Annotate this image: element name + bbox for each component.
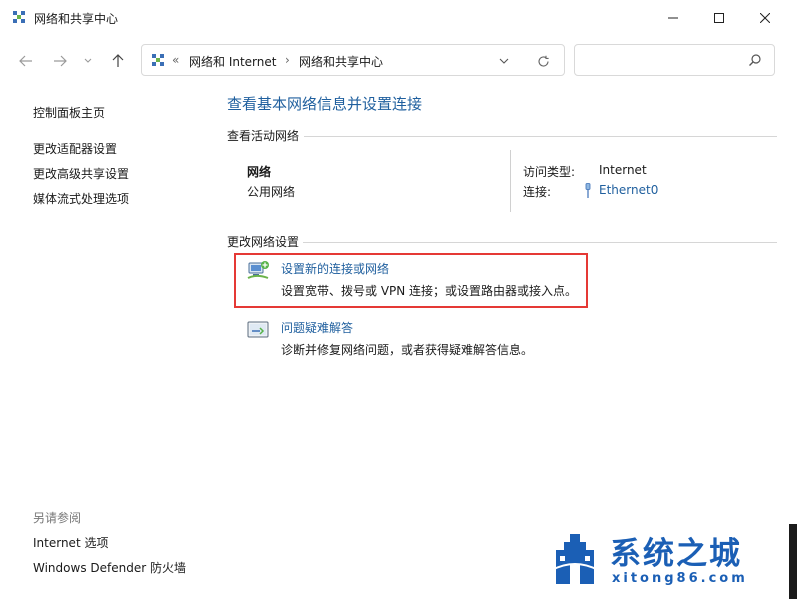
- divider: [303, 242, 777, 243]
- watermark-url: xitong86.com: [612, 571, 748, 586]
- search-input[interactable]: [583, 51, 747, 71]
- internet-options-link[interactable]: Internet 选项: [33, 534, 108, 551]
- minimize-icon: [668, 17, 678, 19]
- minimize-button[interactable]: [650, 0, 696, 36]
- change-adapter-settings-link[interactable]: 更改适配器设置: [33, 140, 117, 157]
- window-title: 网络和共享中心: [34, 12, 119, 26]
- breadcrumb-separator[interactable]: ›: [285, 53, 290, 67]
- network-sharing-center-window: 网络和共享中心 « 网络和 Internet › 网络和共享中心 控制面板主页 …: [0, 0, 797, 599]
- arrow-up-icon: [112, 54, 124, 67]
- close-icon: [760, 13, 770, 23]
- address-dropdown-button[interactable]: [494, 52, 514, 70]
- refresh-button[interactable]: [532, 51, 554, 71]
- ethernet-icon: [585, 183, 591, 198]
- troubleshoot-problems-link[interactable]: 问题疑难解答: [281, 319, 353, 336]
- search-icon[interactable]: [748, 53, 762, 67]
- recent-locations-button[interactable]: [78, 48, 98, 74]
- arrow-left-icon: [19, 55, 32, 67]
- forward-button[interactable]: [46, 48, 74, 74]
- access-type-label: 访问类型:: [523, 165, 576, 179]
- refresh-icon: [537, 55, 549, 67]
- ethernet-connection-link[interactable]: Ethernet0: [599, 183, 658, 197]
- active-networks-heading: 查看活动网络: [227, 129, 300, 143]
- highlight-box: [234, 253, 588, 308]
- troubleshoot-icon: [247, 321, 269, 338]
- maximize-button[interactable]: [696, 0, 742, 36]
- background-edge: [789, 524, 797, 599]
- back-button[interactable]: [12, 48, 40, 74]
- connection-label: 连接:: [523, 185, 552, 199]
- address-bar[interactable]: « 网络和 Internet › 网络和共享中心: [141, 44, 565, 76]
- arrow-right-icon: [54, 55, 67, 67]
- network-icon: [13, 11, 25, 23]
- breadcrumb-sharing-center[interactable]: 网络和共享中心: [299, 53, 383, 70]
- watermark-title: 系统之城: [610, 536, 742, 572]
- network-icon: [152, 54, 164, 66]
- change-network-settings-heading: 更改网络设置: [227, 235, 300, 249]
- troubleshoot-problems-description: 诊断并修复网络问题，或者获得疑难解答信息。: [281, 343, 534, 357]
- title-bar: 网络和共享中心: [0, 0, 797, 36]
- access-type-value: Internet: [599, 163, 647, 177]
- breadcrumb-network-internet[interactable]: 网络和 Internet: [189, 53, 276, 70]
- divider: [304, 136, 777, 137]
- page-title: 查看基本网络信息并设置连接: [227, 95, 423, 113]
- vertical-divider: [510, 150, 511, 212]
- network-name: 网络: [247, 165, 272, 179]
- control-panel-home-link[interactable]: 控制面板主页: [33, 104, 105, 121]
- search-box[interactable]: [574, 44, 775, 76]
- windows-defender-firewall-link[interactable]: Windows Defender 防火墙: [33, 559, 186, 576]
- close-button[interactable]: [742, 0, 788, 36]
- maximize-icon: [714, 13, 724, 23]
- see-also-heading: 另请参阅: [33, 511, 82, 525]
- chevron-down-icon: [499, 58, 509, 64]
- up-button[interactable]: [104, 48, 132, 74]
- chevron-down-icon: [84, 58, 92, 63]
- network-category: 公用网络: [247, 185, 296, 199]
- change-advanced-sharing-link[interactable]: 更改高级共享设置: [33, 165, 129, 182]
- breadcrumb-overflow[interactable]: «: [172, 53, 179, 67]
- castle-logo-icon: [551, 534, 599, 584]
- media-streaming-options-link[interactable]: 媒体流式处理选项: [33, 190, 129, 207]
- watermark-logo: 系统之城 xitong86.com: [536, 522, 797, 599]
